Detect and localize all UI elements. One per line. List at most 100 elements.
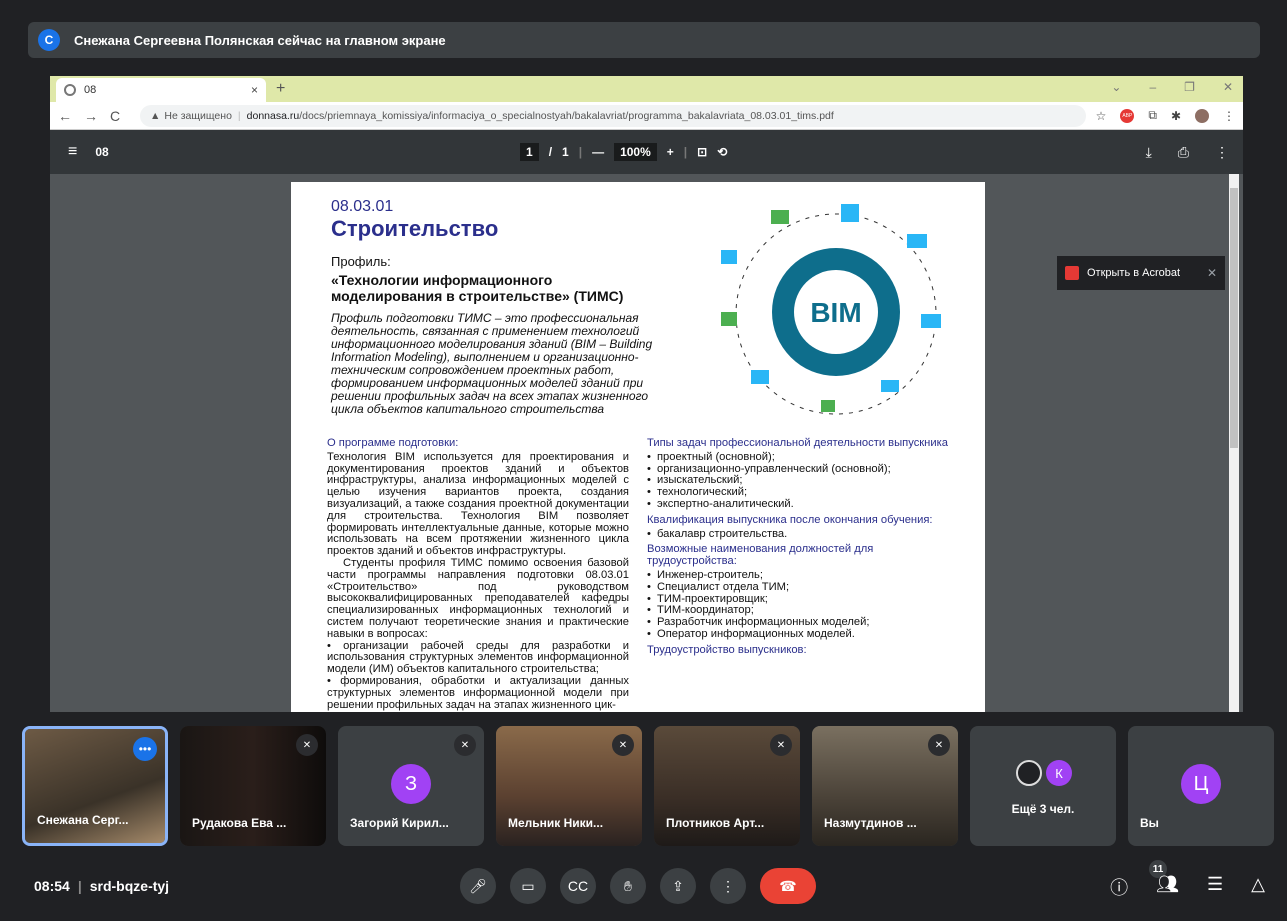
participant-tile[interactable]: ••• Снежана Серг... — [22, 726, 168, 846]
about-column: О программе подготовки: Технология BIM и… — [327, 436, 629, 711]
about-text-2: Студенты профиля ТИМС помимо освоения ба… — [327, 556, 629, 640]
zoom-in-icon[interactable]: + — [667, 145, 674, 159]
restore-icon[interactable]: ❐ — [1184, 80, 1195, 94]
meeting-info: 08:54 | srd-bqze-tyj — [34, 878, 170, 894]
page-separator: / — [548, 145, 553, 159]
page-total: 1 — [562, 145, 569, 159]
print-icon[interactable]: ⎙ — [1178, 144, 1189, 161]
fit-page-icon[interactable]: ⊡ — [697, 145, 707, 159]
participant-tile[interactable]: ✕ З Загорий Кирил... — [338, 726, 484, 846]
participant-tile[interactable]: ✕ Мельник Ники... — [496, 726, 642, 846]
scrollbar[interactable] — [1229, 174, 1239, 712]
meeting-control-bar: 08:54 | srd-bqze-tyj 🎤︎ ▭ CC ✋︎ ⇪ ⋮ ☎︎ 11 … — [0, 860, 1287, 916]
security-label: Не защищено — [164, 109, 232, 122]
profile-description: Профиль подготовки ТИМС – это профессион… — [331, 311, 653, 416]
pdf-viewer: 08.03.01 Строительство Профиль: «Техноло… — [50, 174, 1243, 712]
participant-tile[interactable]: ✕ Назмутдинов ... — [812, 726, 958, 846]
participant-tile[interactable]: К Ещё 3 чел. — [970, 726, 1116, 846]
bim-label: BIM — [810, 297, 861, 328]
present-button[interactable]: ⇪ — [660, 868, 696, 904]
list-item: проектный (основной); — [647, 451, 957, 464]
back-icon[interactable]: ← — [58, 108, 72, 124]
participant-tile[interactable]: Ц Вы — [1128, 726, 1274, 846]
url-domain: donnasa.ru — [246, 109, 300, 122]
about-heading: О программе подготовки: — [327, 437, 459, 449]
chat-icon[interactable]: ☰ — [1207, 874, 1223, 900]
mic-off-icon: ✕ — [296, 734, 318, 756]
presenting-banner: С Снежана Сергеевна Полянская сейчас на … — [28, 22, 1260, 58]
participant-name: Ещё 3 чел. — [1011, 802, 1075, 816]
captions-button[interactable]: CC — [560, 868, 596, 904]
meeting-code: srd-bqze-tyj — [89, 878, 170, 894]
close-icon[interactable]: ✕ — [1207, 266, 1217, 280]
presenting-text: Снежана Сергеевна Полянская сейчас на гл… — [74, 32, 446, 48]
presenter-avatar: С — [38, 29, 60, 51]
participant-name: Плотников Арт... — [666, 816, 765, 830]
list-item: Специалист отдела ТИМ; — [647, 581, 957, 594]
more-options-button[interactable]: ⋮ — [710, 868, 746, 904]
rotate-icon[interactable]: ⟲ — [717, 145, 727, 159]
profile-avatar[interactable] — [1195, 108, 1209, 123]
pdf-page: 08.03.01 Строительство Профиль: «Техноло… — [291, 182, 985, 712]
tab-search-icon[interactable]: ⌄ — [1111, 80, 1121, 94]
more-options-icon[interactable]: ⋮ — [1215, 144, 1229, 161]
participant-strip: ••• Снежана Серг... ✕ Рудакова Ева ... ✕… — [22, 726, 1274, 846]
reload-icon[interactable]: C — [110, 108, 120, 124]
warning-icon: ▲ — [150, 109, 161, 122]
extension-icon[interactable]: ⧉ — [1148, 108, 1157, 123]
list-item: Оператор информационных моделей. — [647, 628, 957, 641]
browser-tab-bar: 08 × + ⌄ – ❐ ✕ — [50, 76, 1243, 102]
tab-close-icon[interactable]: × — [251, 83, 258, 97]
participant-tile[interactable]: ✕ Плотников Арт... — [654, 726, 800, 846]
minimize-icon[interactable]: – — [1149, 80, 1156, 94]
page-number-input[interactable]: 1 — [520, 143, 539, 161]
avatar: Ц — [1181, 764, 1221, 804]
url-path: /docs/priemnaya_komissiya/informaciya_o_… — [299, 109, 834, 122]
download-icon[interactable]: ⤓ — [1146, 144, 1152, 161]
more-options-icon[interactable]: ••• — [133, 737, 157, 761]
open-in-acrobat-button[interactable]: Открыть в Acrobat ✕ — [1057, 256, 1225, 290]
hamburger-menu-icon[interactable]: ≡ — [68, 143, 77, 161]
bookmark-star-icon[interactable]: ☆ — [1096, 109, 1107, 123]
tab-favicon-icon — [64, 84, 76, 96]
list-item: экспертно-аналитический. — [647, 498, 957, 511]
qualification-heading: Квалификация выпускника после окончания … — [647, 513, 933, 526]
shared-browser-window: 08 × + ⌄ – ❐ ✕ ← → C ▲ Не защищено | don… — [50, 76, 1243, 712]
zoom-level[interactable]: 100% — [614, 143, 657, 161]
participant-name: Загорий Кирил... — [350, 816, 449, 830]
window-controls: ⌄ – ❐ ✕ — [1111, 80, 1233, 94]
info-icon[interactable]: ⓘ — [1110, 874, 1128, 900]
mic-off-icon: ✕ — [454, 734, 476, 756]
browser-tab[interactable]: 08 × — [56, 78, 266, 102]
more-vert-icon: ⋮ — [721, 877, 735, 894]
about-text: Технология BIM используется для проектир… — [327, 450, 629, 558]
participant-name: Вы — [1140, 816, 1159, 830]
puzzle-icon[interactable]: ✱ — [1171, 109, 1181, 123]
microphone-icon: 🎤︎ — [469, 877, 487, 894]
participant-tile[interactable]: ✕ Рудакова Ева ... — [180, 726, 326, 846]
meeting-time: 08:54 — [34, 878, 70, 894]
about-bullet: • организации рабочей среды для разработ… — [327, 639, 629, 676]
avatar — [1016, 760, 1042, 786]
zoom-out-icon[interactable]: — — [592, 145, 604, 159]
leave-call-button[interactable]: ☎︎ — [760, 868, 816, 904]
people-icon[interactable]: 👥︎ — [1156, 874, 1179, 900]
forward-icon[interactable]: → — [84, 108, 98, 124]
participant-name: Рудакова Ева ... — [192, 816, 287, 830]
mic-off-icon: ✕ — [770, 734, 792, 756]
url-field[interactable]: ▲ Не защищено | donnasa.ru /docs/priemna… — [140, 104, 1086, 127]
tasks-heading: Типы задач профессиональной деятельности… — [647, 437, 948, 449]
camera-button[interactable]: ▭ — [510, 868, 546, 904]
kebab-menu-icon[interactable]: ⋮ — [1223, 109, 1235, 123]
close-window-icon[interactable]: ✕ — [1223, 80, 1233, 94]
avatar: З — [391, 764, 431, 804]
adblock-icon[interactable]: ABP — [1120, 108, 1135, 123]
program-code: 08.03.01 — [331, 198, 394, 215]
new-tab-button[interactable]: + — [276, 80, 285, 98]
program-title: Строительство — [331, 216, 499, 241]
tab-title: 08 — [84, 84, 97, 96]
activities-icon[interactable]: △ — [1251, 874, 1265, 900]
captions-icon: CC — [567, 878, 589, 894]
microphone-button[interactable]: 🎤︎ — [460, 868, 496, 904]
raise-hand-button[interactable]: ✋︎ — [610, 868, 646, 904]
